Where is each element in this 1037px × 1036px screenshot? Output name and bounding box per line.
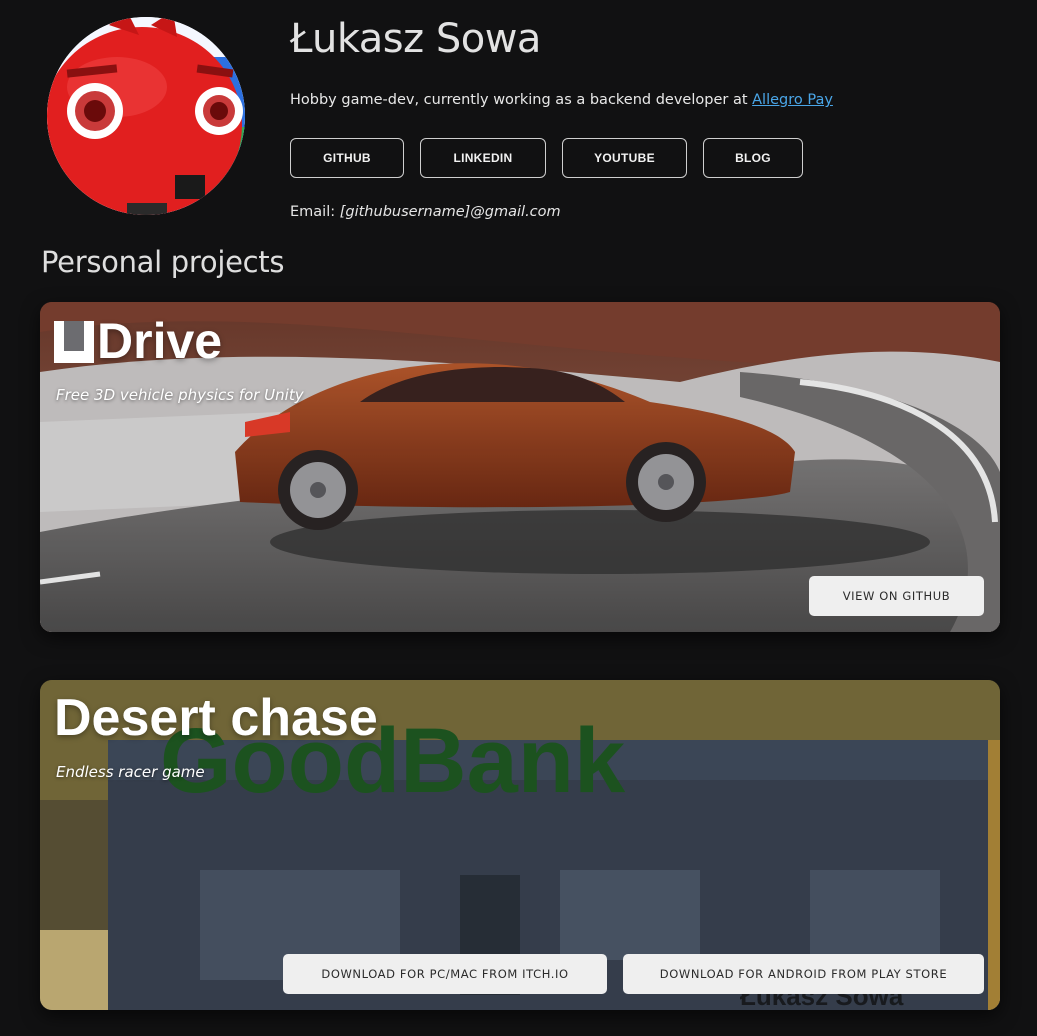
- project-title-text: Drive: [97, 313, 223, 369]
- github-button[interactable]: GITHUB: [290, 138, 404, 178]
- bio: Hobby game-dev, currently working as a b…: [290, 92, 833, 108]
- profile-name: Łukasz Sowa: [290, 16, 541, 62]
- view-on-github-button[interactable]: VIEW ON GITHUB: [809, 576, 984, 616]
- email-label: Email:: [290, 204, 340, 220]
- bio-text: Hobby game-dev, currently working as a b…: [290, 92, 753, 108]
- youtube-button[interactable]: YOUTUBE: [562, 138, 687, 178]
- email-value: [githubusername]@gmail.com: [339, 204, 561, 220]
- red-ball-avatar-icon: [47, 17, 245, 215]
- social-links: GITHUB LINKEDIN YOUTUBE BLOG: [290, 138, 803, 178]
- blog-button[interactable]: BLOG: [703, 138, 803, 178]
- allegro-pay-link[interactable]: Allegro Pay: [752, 92, 833, 108]
- project-subtitle-udrive: Free 3D vehicle physics for Unity: [56, 386, 304, 404]
- project-title-desert-chase: Desert chase: [54, 689, 378, 747]
- page: Łukasz Sowa Hobby game-dev, currently wo…: [0, 0, 1037, 1036]
- project-card-udrive[interactable]: Drive Free 3D vehicle physics for Unity …: [40, 302, 1000, 632]
- udrive-logo-icon: [54, 321, 94, 363]
- download-itch-button[interactable]: DOWNLOAD FOR PC/MAC FROM ITCH.IO: [283, 954, 607, 994]
- linkedin-button[interactable]: LINKEDIN: [420, 138, 546, 178]
- project-title-udrive: Drive: [54, 312, 222, 370]
- download-play-store-button[interactable]: DOWNLOAD FOR ANDROID FROM PLAY STORE: [623, 954, 984, 994]
- project-subtitle-desert-chase: Endless racer game: [56, 763, 205, 781]
- avatar: [47, 17, 245, 215]
- project-card-desert-chase[interactable]: GoodBank Łukasz Sowa Desert chase Endles…: [40, 680, 1000, 1010]
- section-title: Personal projects: [41, 245, 285, 279]
- email: Email: [githubusername]@gmail.com: [290, 204, 561, 220]
